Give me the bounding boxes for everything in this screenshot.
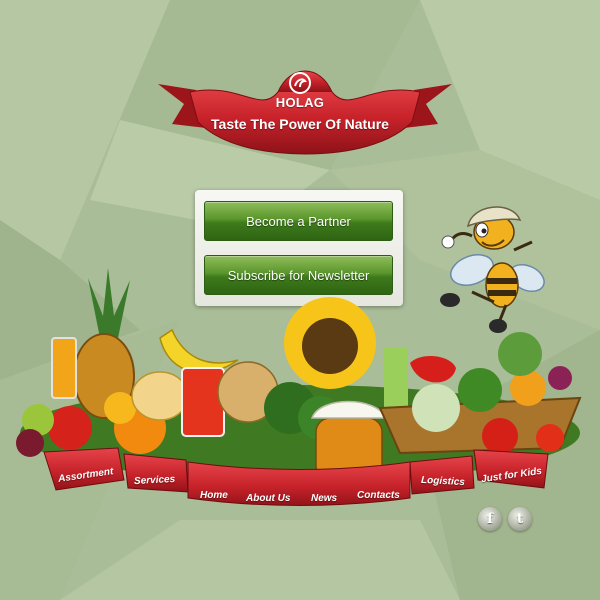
- page-background: HOLAG Taste The Power Of Nature Become a…: [0, 0, 600, 600]
- become-partner-button[interactable]: Become a Partner: [204, 201, 393, 241]
- twitter-icon: t: [516, 511, 524, 527]
- nav-about-us-link[interactable]: About Us: [246, 493, 290, 504]
- nav-home-link[interactable]: Home: [200, 490, 228, 501]
- facebook-button[interactable]: f: [478, 507, 502, 531]
- nav-services-link[interactable]: Services: [134, 474, 176, 487]
- nav-logistics-link[interactable]: Logistics: [421, 475, 465, 488]
- twitter-button[interactable]: t: [508, 507, 532, 531]
- brand-name: HOLAG: [275, 95, 325, 110]
- brand-tagline: Taste The Power Of Nature: [211, 116, 389, 132]
- holag-logo-icon: [289, 72, 311, 94]
- nav-news-link[interactable]: News: [311, 493, 337, 504]
- facebook-icon: f: [486, 511, 494, 527]
- nav-contacts-link[interactable]: Contacts: [357, 490, 400, 501]
